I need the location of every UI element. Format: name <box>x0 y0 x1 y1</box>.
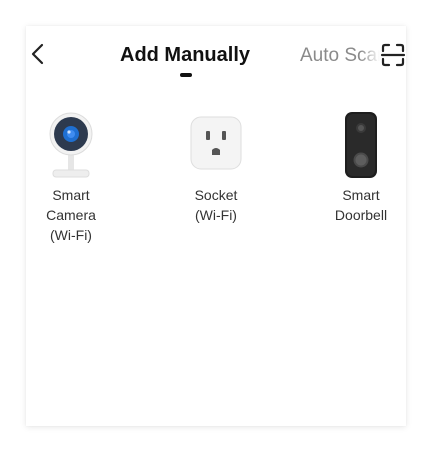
chevron-left-icon <box>31 43 44 65</box>
scan-icon <box>380 43 406 67</box>
device-label-line: Camera <box>46 207 96 223</box>
back-button[interactable] <box>30 42 46 66</box>
tab-add-manually[interactable]: Add Manually <box>120 44 250 67</box>
device-label: Smart Camera (Wi-Fi) <box>26 185 126 245</box>
add-device-panel: Add Manually Auto Scan Smart Camera (Wi-… <box>26 26 406 426</box>
device-label-line: Socket <box>194 187 238 203</box>
smart-camera-icon <box>45 110 97 180</box>
device-label-line: (Wi-Fi) <box>50 227 92 243</box>
socket-icon <box>190 110 242 180</box>
device-label-line: Smart <box>52 187 90 203</box>
device-label: Socket (Wi-Fi) <box>161 185 271 225</box>
doorbell-icon <box>335 110 387 180</box>
tab-fade-overlay <box>360 36 380 76</box>
device-label-line: (Wi-Fi) <box>195 207 237 223</box>
header-bar: Add Manually Auto Scan <box>26 26 406 86</box>
device-label-line: Doorbell <box>334 207 388 223</box>
active-tab-indicator <box>180 73 192 77</box>
scan-button[interactable] <box>380 42 406 68</box>
device-label: Smart Doorbell <box>306 185 406 225</box>
device-label-line: Smart <box>342 187 380 203</box>
